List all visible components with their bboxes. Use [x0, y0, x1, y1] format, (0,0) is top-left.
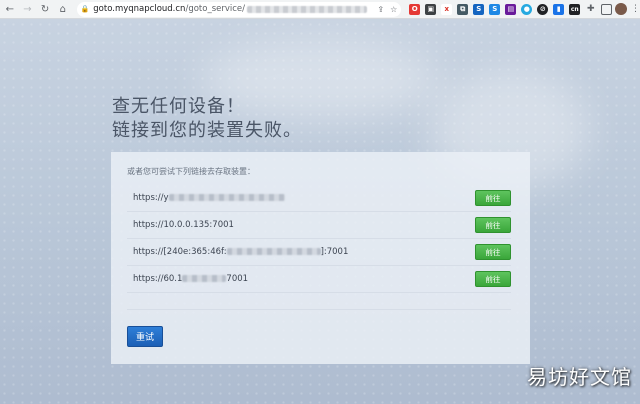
page-subtitle: 链接到您的装置失败。 — [112, 120, 302, 141]
ublock-extension-icon[interactable]: O — [409, 3, 421, 15]
retry-button[interactable]: 重试 — [127, 326, 163, 347]
address-bar[interactable]: 🔒 goto.myqnapcloud.cn/goto_service/ ⇪ ☆ — [76, 1, 402, 17]
link-row: https://y 前往 — [127, 185, 511, 212]
go-button[interactable]: 前往 — [475, 190, 511, 206]
redacted-text — [168, 194, 285, 201]
go-button[interactable]: 前往 — [475, 217, 511, 233]
link-address[interactable]: https://60.1 7001 — [133, 274, 248, 284]
url-redacted — [247, 5, 368, 13]
link-address[interactable]: https://y — [133, 193, 285, 203]
share-icon[interactable]: ⇪ — [377, 5, 384, 14]
sidebar-icon[interactable] — [601, 3, 613, 15]
browser-toolbar: ← → ↻ ⌂ 🔒 goto.myqnapcloud.cn/goto_servi… — [0, 0, 640, 19]
link-address[interactable]: https://10.0.0.135:7001 — [133, 220, 234, 230]
profile-avatar[interactable] — [615, 3, 627, 15]
link-row: https://10.0.0.135:7001 前往 — [127, 212, 511, 239]
lock-icon: 🔒 — [80, 5, 90, 13]
grid-extension-icon[interactable]: ⧉ — [457, 3, 469, 15]
block-extension-icon[interactable]: ⊘ — [537, 3, 549, 15]
screenshot-extension-icon[interactable]: ▣ — [425, 3, 437, 15]
link-row: https://[240e:365:46f:]:7001 前往 — [127, 239, 511, 266]
x-extension-icon[interactable]: x — [441, 3, 453, 15]
link-row: https://60.1 7001 前往 — [127, 266, 511, 293]
reload-icon[interactable]: ↻ — [37, 1, 53, 17]
url-path: /goto_service/ — [185, 4, 246, 14]
extensions-bar: O ▣ x ⧉ S S ▤ ● ⊘ ▮ cn ✚ — [409, 3, 613, 15]
links-panel: 或者您可尝试下列链接去存取装置： https://y 前往 https://10… — [111, 152, 530, 364]
url-host: goto.myqnapcloud.cn — [93, 4, 186, 14]
bookmark-star-icon[interactable]: ☆ — [390, 5, 397, 14]
panel-divider — [127, 293, 511, 310]
s-extension-icon[interactable]: S — [473, 3, 485, 15]
s2-extension-icon[interactable]: S — [489, 3, 501, 15]
link-address[interactable]: https://[240e:365:46f:]:7001 — [133, 247, 348, 257]
watermark-text: 易坊好文馆 — [527, 365, 632, 389]
forward-arrow-icon[interactable]: → — [20, 1, 36, 17]
menu-kebab-icon[interactable]: ⋮ — [631, 4, 640, 14]
go-button[interactable]: 前往 — [475, 271, 511, 287]
redacted-text — [182, 275, 227, 282]
hint-text: 或者您可尝试下列链接去存取装置： — [127, 167, 255, 176]
bookmark-extension-icon[interactable]: ▮ — [553, 3, 565, 15]
page-title: 查无任何设备！ — [112, 96, 245, 117]
go-button[interactable]: 前往 — [475, 244, 511, 260]
purple-extension-icon[interactable]: ▤ — [505, 3, 517, 15]
home-icon[interactable]: ⌂ — [55, 1, 71, 17]
back-arrow-icon[interactable]: ← — [2, 1, 18, 17]
chat-extension-icon[interactable]: ● — [521, 3, 533, 15]
redacted-text — [226, 248, 321, 255]
puzzle-icon[interactable]: ✚ — [585, 4, 596, 15]
cn-extension-icon[interactable]: cn — [569, 3, 581, 15]
